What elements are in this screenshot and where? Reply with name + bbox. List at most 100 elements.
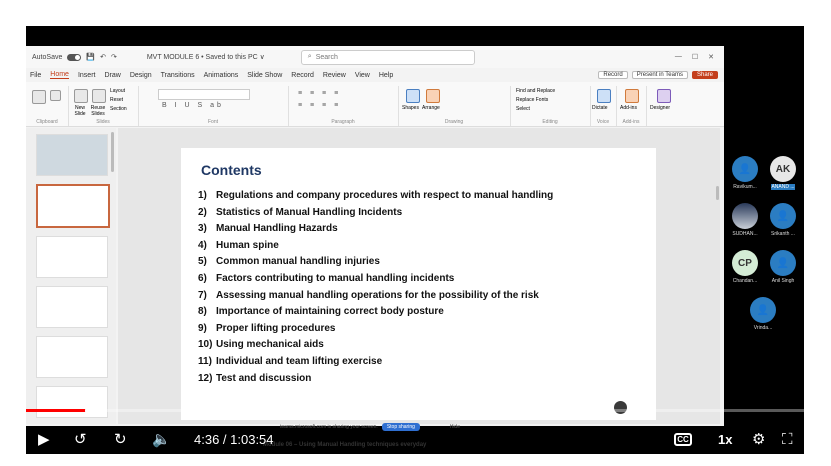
avatar: AK [770,156,796,182]
document-title[interactable]: MVT MODULE 6 • Saved to this PC ∨ [147,53,265,61]
list-item: 6) Factors contributing to manual handlin… [198,272,455,284]
minimize-icon[interactable]: — [675,53,682,61]
list-item: 10) Using mechanical aids [198,339,324,351]
new-slide-icon[interactable] [74,89,88,103]
share-button[interactable]: Share [691,71,718,79]
dictate-button[interactable]: Dictate [592,105,608,111]
section-button[interactable]: Section [110,106,127,112]
progress-played [26,409,92,412]
menu-draw[interactable]: Draw [104,72,120,79]
designer-button[interactable]: Designer [650,105,670,111]
reuse-slides-icon[interactable] [92,89,106,103]
undo-icon[interactable]: ↶ [100,53,106,61]
list-item: 3) Manual Handling Hazards [198,223,338,235]
avatar: 👤 [770,250,796,276]
slide-thumbnail-3[interactable] [36,236,108,278]
microphone-icon[interactable] [597,89,611,103]
participant-tile[interactable]: 👤 Vrinda... [746,297,780,331]
slide-thumbnail-2[interactable] [36,184,110,228]
play-icon[interactable]: ▶ [38,430,50,448]
search-box[interactable]: ⌕ Search [300,49,475,65]
list-icons[interactable]: ≡ ≡ ≡ ≡ [298,90,341,97]
arrange-button[interactable]: Arrange [422,105,440,111]
canvas-scrollbar[interactable] [716,186,719,200]
layout-button[interactable]: Layout [110,88,125,94]
rewind-10-icon[interactable]: ↺ [74,430,87,448]
video-progress-bar[interactable] [26,404,804,417]
menu-animations[interactable]: Animations [204,72,239,79]
ribbon-group-font: B I U S ab Font [138,86,289,126]
list-item: 1) Regulations and company procedures wit… [198,190,554,201]
paste-icon[interactable] [32,90,46,104]
participant-tile[interactable]: CP Chandan... [728,250,762,284]
ribbon-group-add-ins: Add-ins Add-ins [616,86,647,126]
reset-button[interactable]: Reset [110,97,123,103]
menu-file[interactable]: File [30,72,41,79]
designer-icon[interactable] [657,89,671,103]
video-controls: ▶ ↺ ↻ 🔈 4:36 / 1:03:54 CC 1x ⚙ ⛶ [26,424,804,454]
avatar: 👤 [770,203,796,229]
close-icon[interactable]: ✕ [708,53,714,61]
video-frame[interactable]: AutoSave 💾 ↶ ↷ MVT MODULE 6 • Saved to t… [26,26,804,454]
participant-tile[interactable]: SUDHAN... [728,203,762,237]
avatar [732,203,758,229]
shapes-button[interactable]: Shapes [402,105,419,111]
arrange-icon[interactable] [426,89,440,103]
menu-help[interactable]: Help [379,72,393,79]
progress-scrubber[interactable] [85,404,98,417]
slide-thumbnail-5[interactable] [36,336,108,378]
participant-tile[interactable]: 👤 Srikanth ... [766,203,800,237]
person-icon: 👤 [776,210,790,222]
maximize-icon[interactable]: ☐ [692,53,698,61]
ribbon-group-designer: Designer [646,86,680,126]
add-ins-icon[interactable] [625,89,639,103]
autosave-toggle[interactable] [67,53,82,61]
powerpoint-window: AutoSave 💾 ↶ ↷ MVT MODULE 6 • Saved to t… [26,46,724,448]
font-name-box[interactable] [158,89,250,100]
slide-thumbnail-4[interactable] [36,286,108,328]
participant-tile[interactable]: AK ANAND ... [766,156,800,190]
menu-design[interactable]: Design [130,72,152,79]
list-item: 4) Human spine [198,239,279,251]
captions-button[interactable]: CC [674,433,692,446]
avatar: CP [732,250,758,276]
find-replace-button[interactable]: Find and Replace [516,88,555,94]
redo-icon[interactable]: ↷ [111,53,117,61]
reuse-slides-button[interactable]: Reuse Slides [88,105,108,117]
participant-tile[interactable]: 👤 Anil Singh [766,250,800,284]
slide[interactable]: Contents 1) Regulations and company proce… [181,148,656,420]
save-icon[interactable]: 💾 [86,53,95,61]
avatar: 👤 [750,297,776,323]
ribbon-group-voice: Dictate Voice [590,86,617,126]
present-in-teams-button[interactable]: Present in Teams [631,71,688,79]
participant-tile[interactable]: 👤 Ravikum... [728,156,762,190]
menu-view[interactable]: View [355,72,370,79]
slide-thumbnail-1[interactable] [36,134,108,176]
settings-gear-icon[interactable]: ⚙ [752,430,765,448]
add-ins-button[interactable]: Add-ins [620,105,637,111]
playback-speed[interactable]: 1x [718,432,732,447]
select-button[interactable]: Select [516,106,530,112]
menu-slide-show[interactable]: Slide Show [247,72,282,79]
align-icons[interactable]: ≡ ≡ ≡ ≡ [298,102,341,109]
menu-record[interactable]: Record [291,72,314,79]
font-format-icons[interactable]: B I U S ab [162,102,224,109]
record-button[interactable]: Record [598,71,628,79]
video-time: 4:36 / 1:03:54 [194,432,274,447]
thumbnail-scrollbar[interactable] [111,132,114,172]
volume-icon[interactable]: 🔈 [152,430,171,448]
forward-10-icon[interactable]: ↻ [114,430,127,448]
person-icon: 👤 [776,257,790,269]
title-bar: AutoSave 💾 ↶ ↷ MVT MODULE 6 • Saved to t… [26,46,724,68]
cut-icon[interactable] [50,90,61,101]
list-item: 12) Test and discussion [198,372,312,384]
menu-review[interactable]: Review [323,72,346,79]
fullscreen-icon[interactable]: ⛶ [782,430,793,448]
menu-insert[interactable]: Insert [78,72,96,79]
menu-home[interactable]: Home [50,71,69,79]
new-slide-button[interactable]: New Slide [70,105,90,117]
shapes-icon[interactable] [406,89,420,103]
menu-transitions[interactable]: Transitions [161,72,195,79]
replace-fonts-button[interactable]: Replace Fonts [516,97,548,103]
menu-bar: File Home Insert Draw Design Transitions… [26,68,724,82]
